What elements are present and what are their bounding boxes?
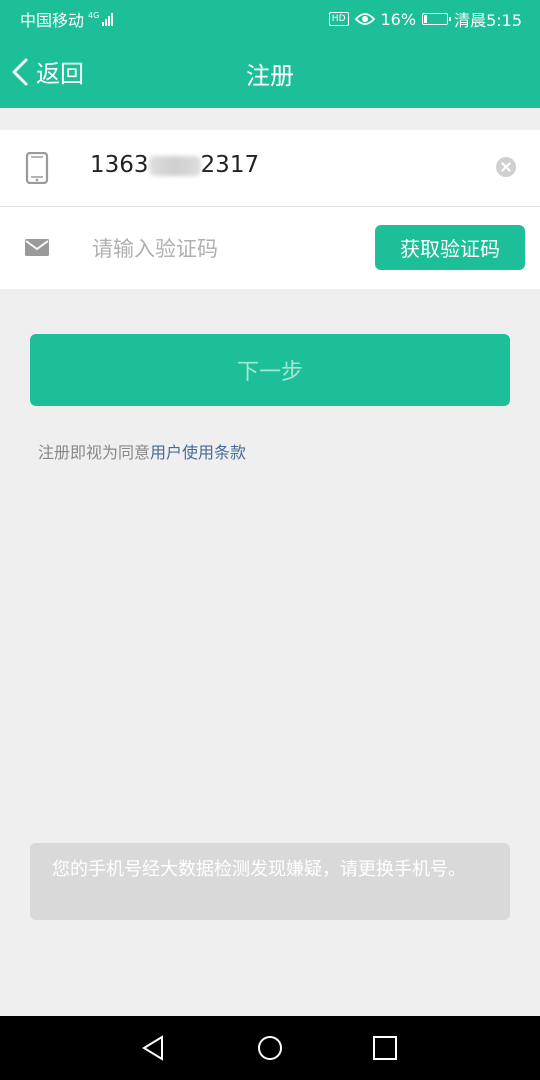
- toast-message: 您的手机号经大数据检测发现嫌疑，请更换手机号。: [30, 843, 510, 920]
- terms-notice: 注册即视为同意用户使用条款: [38, 439, 246, 463]
- nav-home-icon[interactable]: [254, 1032, 286, 1064]
- signal-icon: [101, 12, 114, 26]
- page-title: 注册: [246, 62, 294, 90]
- nav-recents-icon[interactable]: [369, 1032, 401, 1064]
- phone-icon: [25, 152, 49, 184]
- phone-number-field[interactable]: 1363 2317: [90, 152, 259, 178]
- system-nav-bar: [0, 1016, 540, 1080]
- eye-icon: [354, 13, 375, 25]
- get-code-button[interactable]: 获取验证码: [375, 225, 525, 270]
- phone-row: 1363 2317: [0, 130, 540, 207]
- nav-back-icon[interactable]: [138, 1032, 170, 1064]
- status-left: 中国移动 4G: [20, 7, 114, 31]
- clock: 清晨5:15: [454, 11, 522, 30]
- hd-badge: HD: [328, 12, 349, 26]
- clear-icon[interactable]: [496, 157, 516, 177]
- phone-number-prefix: 1363: [90, 152, 149, 178]
- app-header: 返回 注册: [0, 36, 540, 108]
- terms-link[interactable]: 用户使用条款: [150, 443, 246, 462]
- terms-prefix: 注册即视为同意: [38, 443, 151, 462]
- network-type: 4G: [88, 11, 100, 20]
- code-row: 获取验证码: [0, 207, 540, 289]
- status-bar: 中国移动 4G HD 16% 清晨5:15: [0, 0, 540, 36]
- register-form: 1363 2317 获取验证码: [0, 130, 540, 289]
- phone-number-suffix: 2317: [200, 152, 260, 178]
- carrier-label: 中国移动: [20, 11, 85, 30]
- status-right: HD 16% 清晨5:15: [328, 7, 522, 31]
- redacted-digits: [148, 155, 201, 176]
- battery-percent: 16%: [380, 9, 417, 29]
- mail-icon: [25, 239, 49, 256]
- verification-code-input[interactable]: [90, 231, 354, 267]
- next-step-button[interactable]: 下一步: [30, 334, 510, 406]
- battery-icon: [422, 13, 452, 25]
